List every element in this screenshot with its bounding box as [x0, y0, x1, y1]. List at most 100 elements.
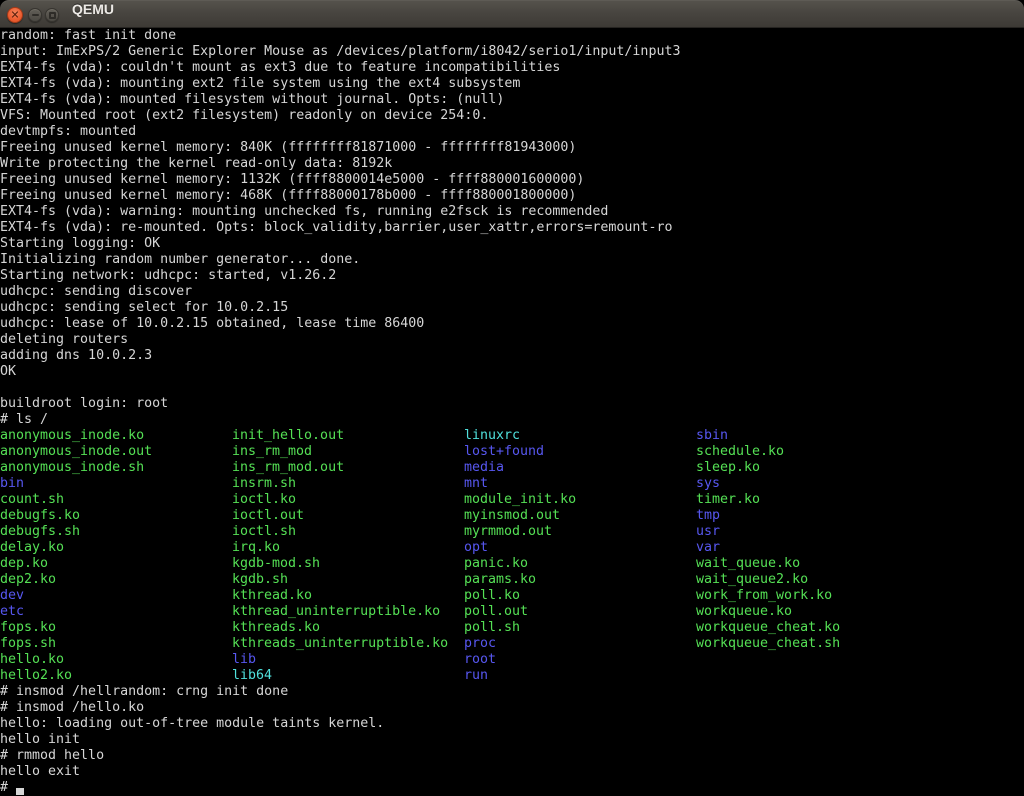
- file-entry: poll.out: [464, 604, 528, 620]
- window-title: QEMU: [72, 1, 114, 29]
- file-entry: module_init.ko: [464, 492, 576, 508]
- console-message: EXT4-fs (vda): warning: mounting uncheck…: [0, 204, 1024, 220]
- file-entry: ins_rm_mod.out: [232, 460, 344, 476]
- ls-row: devkthread.kopoll.kowork_from_work.ko: [0, 588, 1024, 604]
- file-entry: kgdb-mod.sh: [232, 556, 320, 572]
- ls-row: debugfs.koioctl.outmyinsmod.outtmp: [0, 508, 1024, 524]
- file-entry: hello2.ko: [0, 668, 72, 684]
- file-entry: params.ko: [464, 572, 536, 588]
- directory-entry: proc: [464, 636, 496, 652]
- ls-row: delay.ko irq.ko opt var: [0, 540, 1024, 556]
- file-entry: hello.ko: [0, 652, 64, 668]
- minimize-button[interactable]: [28, 8, 42, 22]
- command-line: # ls /: [0, 412, 1024, 428]
- console-message: Freeing unused kernel memory: 840K (ffff…: [0, 140, 1024, 156]
- console-message: # insmod /hello.ko: [0, 700, 1024, 716]
- file-entry: fops.sh: [0, 636, 56, 652]
- directory-entry: run: [464, 668, 488, 684]
- console-message: hello: loading out-of-tree module taints…: [0, 716, 1024, 732]
- qemu-window: ✕ QEMU random: fast init doneinput: ImEx…: [0, 0, 1024, 796]
- symlink-entry: lib64: [232, 668, 272, 684]
- file-entry: work_from_work.ko: [696, 588, 832, 604]
- blank-line: [0, 380, 1024, 396]
- directory-entry: etc: [0, 604, 24, 620]
- file-entry: fops.ko: [0, 620, 56, 636]
- minimize-icon: [32, 14, 39, 16]
- console-message: Write protecting the kernel read-only da…: [0, 156, 1024, 172]
- console-message: # insmod /hellrandom: crng init done: [0, 684, 1024, 700]
- console-message: VFS: Mounted root (ext2 filesystem) read…: [0, 108, 1024, 124]
- file-entry: anonymous_inode.ko: [0, 428, 144, 444]
- ls-row: anonymous_inode.shins_rm_mod.outmediasle…: [0, 460, 1024, 476]
- file-entry: anonymous_inode.out: [0, 444, 152, 460]
- ls-row: hello2.ko lib64 run: [0, 668, 1024, 684]
- file-entry: timer.ko: [696, 492, 760, 508]
- file-entry: dep2.ko: [0, 572, 56, 588]
- file-entry: workqueue.ko: [696, 604, 792, 620]
- console-message: deleting routers: [0, 332, 1024, 348]
- file-entry: kgdb.sh: [232, 572, 288, 588]
- file-entry: poll.ko: [464, 588, 520, 604]
- file-entry: init_hello.out: [232, 428, 344, 444]
- ls-row: bin insrm.sh mnt sys: [0, 476, 1024, 492]
- directory-entry: opt: [464, 540, 488, 556]
- file-entry: irq.ko: [232, 540, 280, 556]
- file-entry: kthreads_uninterruptible.ko: [232, 636, 448, 652]
- directory-entry: root: [464, 652, 496, 668]
- file-entry: wait_queue.ko: [696, 556, 800, 572]
- console-message: # rmmod hello: [0, 748, 1024, 764]
- console-message: udhcpc: lease of 10.0.2.15 obtained, lea…: [0, 316, 1024, 332]
- directory-entry: mnt: [464, 476, 488, 492]
- console-message: Freeing unused kernel memory: 468K (ffff…: [0, 188, 1024, 204]
- file-entry: insrm.sh: [232, 476, 296, 492]
- titlebar[interactable]: ✕ QEMU: [0, 0, 1024, 28]
- directory-entry: sbin: [696, 428, 728, 444]
- file-entry: ioctl.sh: [232, 524, 296, 540]
- maximize-button[interactable]: [45, 8, 59, 22]
- console-message: Initializing random number generator... …: [0, 252, 1024, 268]
- ls-row: anonymous_inode.outins_rm_modlost+founds…: [0, 444, 1024, 460]
- file-entry: count.sh: [0, 492, 64, 508]
- login-line: buildroot login: root: [0, 396, 1024, 412]
- file-entry: panic.ko: [464, 556, 528, 572]
- ls-row: hello.kolibroot: [0, 652, 1024, 668]
- directory-entry: bin: [0, 476, 24, 492]
- ls-row: dep2.ko kgdb.sh params.ko wait_queue2.ko: [0, 572, 1024, 588]
- ls-row: fops.kokthreads.kopoll.shworkqueue_cheat…: [0, 620, 1024, 636]
- terminal-screen[interactable]: random: fast init doneinput: ImExPS/2 Ge…: [0, 28, 1024, 796]
- file-entry: delay.ko: [0, 540, 64, 556]
- prompt-line: #: [0, 780, 1024, 796]
- file-entry: poll.sh: [464, 620, 520, 636]
- console-message: EXT4-fs (vda): mounted filesystem withou…: [0, 92, 1024, 108]
- ls-row: dep.ko kgdb-mod.sh panic.ko wait_queue.ko: [0, 556, 1024, 572]
- directory-entry: var: [696, 540, 720, 556]
- console-message: Freeing unused kernel memory: 1132K (fff…: [0, 172, 1024, 188]
- close-button[interactable]: ✕: [7, 7, 23, 23]
- directory-entry: sys: [696, 476, 720, 492]
- console-message: Starting network: udhcpc: started, v1.26…: [0, 268, 1024, 284]
- console-message: devtmpfs: mounted: [0, 124, 1024, 140]
- file-entry: dep.ko: [0, 556, 48, 572]
- console-message: EXT4-fs (vda): mounting ext2 file system…: [0, 76, 1024, 92]
- directory-entry: media: [464, 460, 504, 476]
- console-message: hello init: [0, 732, 1024, 748]
- file-entry: myrmmod.out: [464, 524, 552, 540]
- console-message: Starting logging: OK: [0, 236, 1024, 252]
- console-message: EXT4-fs (vda): couldn't mount as ext3 du…: [0, 60, 1024, 76]
- file-entry: debugfs.ko: [0, 508, 80, 524]
- console-message: adding dns 10.0.2.3: [0, 348, 1024, 364]
- file-entry: debugfs.sh: [0, 524, 80, 540]
- ls-row: debugfs.sh ioctl.sh myrmmod.out usr: [0, 524, 1024, 540]
- file-entry: ins_rm_mod: [232, 444, 312, 460]
- file-entry: workqueue_cheat.ko: [696, 620, 840, 636]
- maximize-icon: [49, 12, 56, 19]
- file-entry: wait_queue2.ko: [696, 572, 808, 588]
- console-message: udhcpc: sending select for 10.0.2.15: [0, 300, 1024, 316]
- file-entry: kthread_uninterruptible.ko: [232, 604, 440, 620]
- console-message: udhcpc: sending discover: [0, 284, 1024, 300]
- file-entry: myinsmod.out: [464, 508, 560, 524]
- console-message: EXT4-fs (vda): re-mounted. Opts: block_v…: [0, 220, 1024, 236]
- file-entry: kthread.ko: [232, 588, 312, 604]
- directory-entry: usr: [696, 524, 720, 540]
- console-message: OK: [0, 364, 1024, 380]
